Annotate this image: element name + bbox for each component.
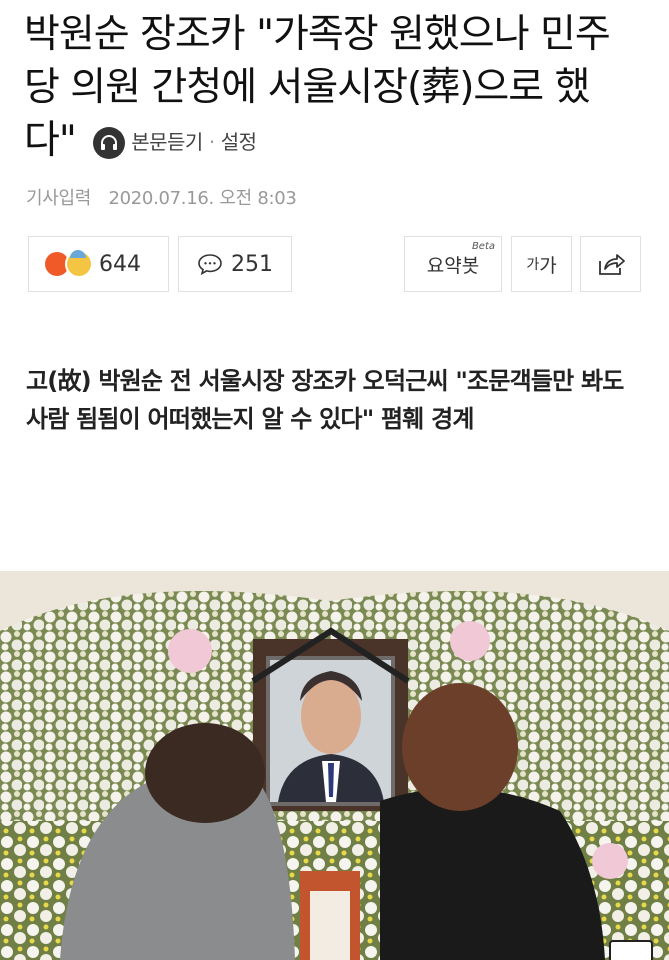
headline-line-3: 다" xyxy=(24,118,77,163)
share-icon xyxy=(598,254,625,275)
speech-bubble-icon xyxy=(198,254,222,276)
listen-button[interactable]: 본문듣기 xyxy=(131,116,203,169)
article-subtitle: 고(故) 박원순 전 서울시장 장조카 오덕근씨 "조문객들만 봐도 사람 됨됨… xyxy=(26,367,624,433)
beta-badge: Beta xyxy=(471,241,495,252)
font-size-button[interactable]: 가가 xyxy=(511,236,572,292)
font-size-small-label: 가 xyxy=(526,257,540,273)
memorial-altar-photo xyxy=(0,571,669,960)
settings-button[interactable]: 설정 xyxy=(221,116,257,169)
comment-button[interactable]: 251 xyxy=(178,236,292,292)
reaction-button[interactable]: 644 xyxy=(28,236,169,292)
share-button[interactable] xyxy=(580,236,641,292)
reaction-count: 644 xyxy=(99,251,141,277)
listen-controls: 본문듣기 · 설정 xyxy=(93,116,257,169)
published-label: 기사입력 xyxy=(26,188,92,209)
image-license-icon[interactable] xyxy=(609,940,653,960)
comment-count: 251 xyxy=(231,251,273,277)
separator-dot: · xyxy=(208,130,215,154)
article-meta: 기사입력 2020.07.16. 오전 8:03 xyxy=(26,184,297,210)
headline-line-1: 박원순 장조카 "가족장 원했으나 민주 xyxy=(24,12,611,57)
published-date: 2020.07.16. 오전 8:03 xyxy=(108,188,297,209)
summary-bot-label: 요약봇 xyxy=(426,254,480,277)
sad-emoji-icon xyxy=(65,250,93,278)
summary-bot-button[interactable]: 요약봇 Beta xyxy=(404,236,502,292)
headline-line-2: 당 의원 간청에 서울시장(葬)으로 했 xyxy=(24,65,590,110)
headphones-icon[interactable] xyxy=(93,126,126,159)
font-size-large-label: 가 xyxy=(539,254,557,277)
article-headline: 박원순 장조카 "가족장 원했으나 민주 당 의원 간청에 서울시장(葬)으로 … xyxy=(24,8,644,169)
